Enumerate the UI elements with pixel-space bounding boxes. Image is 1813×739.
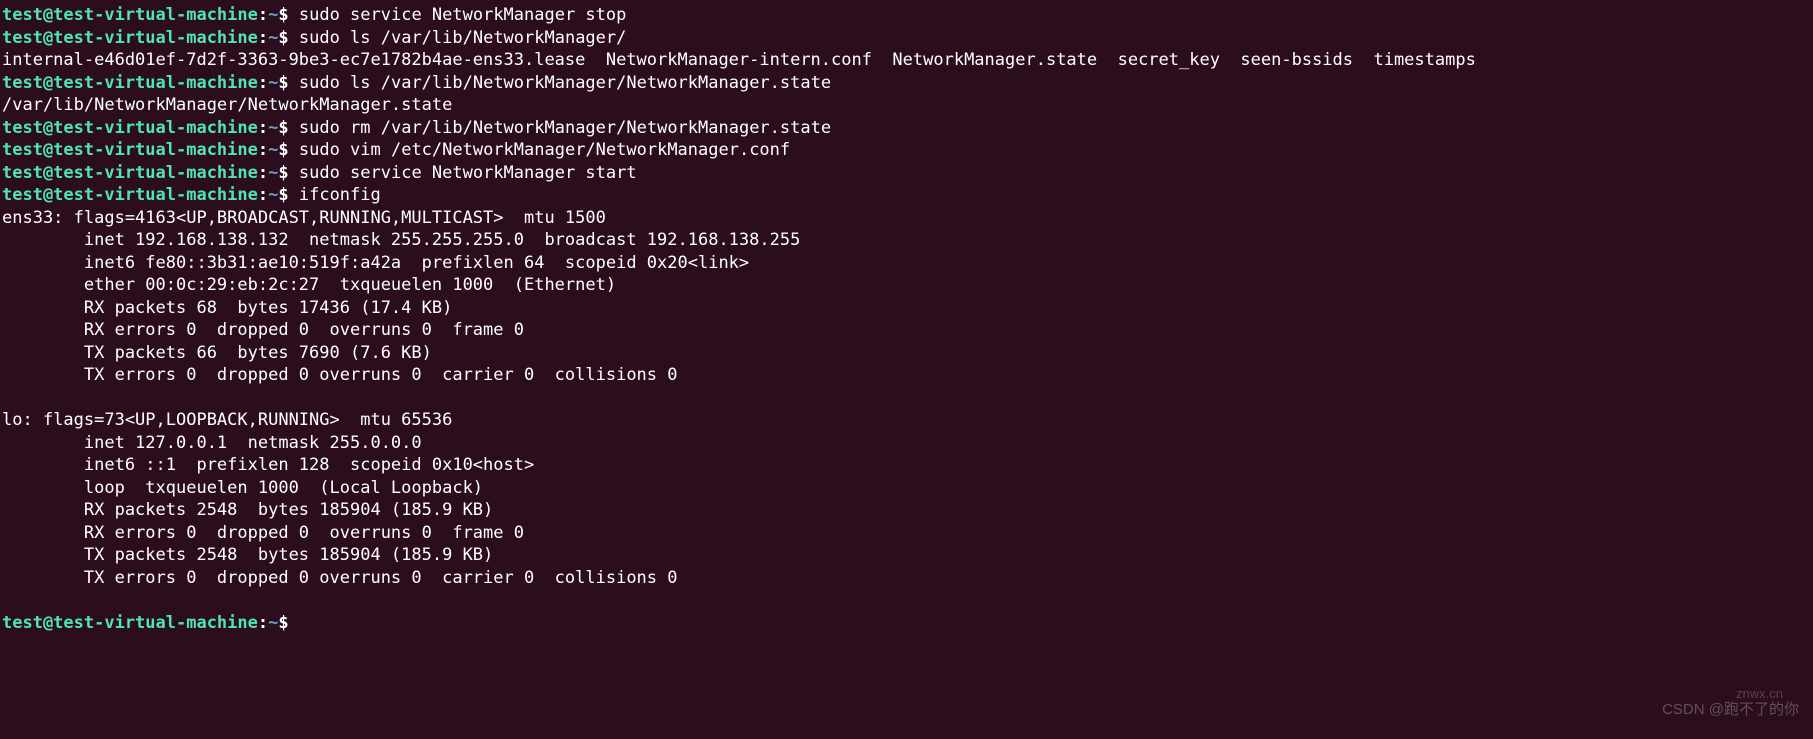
command-text: ifconfig [289, 185, 381, 205]
output-text [2, 388, 12, 408]
output-text: TX packets 66 bytes 7690 (7.6 KB) [2, 343, 432, 363]
output-text: RX packets 68 bytes 17436 (17.4 KB) [2, 298, 452, 318]
command-text: sudo vim /etc/NetworkManager/NetworkMana… [289, 140, 791, 160]
terminal-line: test@test-virtual-machine:~$ sudo servic… [2, 162, 1811, 185]
prompt-userhost: test@test-virtual-machine [2, 5, 258, 25]
output-text: RX errors 0 dropped 0 overruns 0 frame 0 [2, 320, 524, 340]
prompt-userhost: test@test-virtual-machine [2, 613, 258, 633]
terminal-line: lo: flags=73<UP,LOOPBACK,RUNNING> mtu 65… [2, 409, 1811, 432]
prompt-colon: : [258, 118, 268, 138]
output-text: inet 192.168.138.132 netmask 255.255.255… [2, 230, 800, 250]
output-text: internal-e46d01ef-7d2f-3363-9be3-ec7e178… [2, 50, 1476, 70]
output-text: RX errors 0 dropped 0 overruns 0 frame 0 [2, 523, 524, 543]
terminal-line: RX packets 68 bytes 17436 (17.4 KB) [2, 297, 1811, 320]
terminal-line: inet6 fe80::3b31:ae10:519f:a42a prefixle… [2, 252, 1811, 275]
prompt-colon: : [258, 613, 268, 633]
prompt-userhost: test@test-virtual-machine [2, 118, 258, 138]
output-text: loop txqueuelen 1000 (Local Loopback) [2, 478, 483, 498]
command-text: sudo ls /var/lib/NetworkManager/NetworkM… [289, 73, 831, 93]
prompt-path: ~ [268, 140, 278, 160]
prompt-path: ~ [268, 73, 278, 93]
command-text: sudo service NetworkManager start [289, 163, 637, 183]
prompt-dollar: $ [278, 185, 288, 205]
prompt-userhost: test@test-virtual-machine [2, 73, 258, 93]
output-text: inet6 fe80::3b31:ae10:519f:a42a prefixle… [2, 253, 749, 273]
terminal-line: internal-e46d01ef-7d2f-3363-9be3-ec7e178… [2, 49, 1811, 72]
terminal-line: RX errors 0 dropped 0 overruns 0 frame 0 [2, 522, 1811, 545]
prompt-dollar: $ [278, 118, 288, 138]
terminal-line: test@test-virtual-machine:~$ sudo ls /va… [2, 72, 1811, 95]
output-text: RX packets 2548 bytes 185904 (185.9 KB) [2, 500, 493, 520]
terminal-line: ens33: flags=4163<UP,BROADCAST,RUNNING,M… [2, 207, 1811, 230]
prompt-userhost: test@test-virtual-machine [2, 185, 258, 205]
terminal-line [2, 387, 1811, 410]
prompt-dollar: $ [278, 140, 288, 160]
prompt-dollar: $ [278, 28, 288, 48]
prompt-userhost: test@test-virtual-machine [2, 28, 258, 48]
prompt-path: ~ [268, 613, 278, 633]
terminal-line: test@test-virtual-machine:~$ sudo vim /e… [2, 139, 1811, 162]
prompt-dollar: $ [278, 5, 288, 25]
prompt-dollar: $ [278, 73, 288, 93]
watermark-csdn: CSDN @跑不了的你 [1662, 699, 1799, 722]
terminal-line [2, 589, 1811, 612]
prompt-path: ~ [268, 5, 278, 25]
prompt-path: ~ [268, 28, 278, 48]
command-text: sudo ls /var/lib/NetworkManager/ [289, 28, 627, 48]
terminal-line: TX packets 66 bytes 7690 (7.6 KB) [2, 342, 1811, 365]
terminal-line: RX errors 0 dropped 0 overruns 0 frame 0 [2, 319, 1811, 342]
command-text [289, 613, 299, 633]
output-text [2, 590, 12, 610]
terminal-line: test@test-virtual-machine:~$ sudo rm /va… [2, 117, 1811, 140]
prompt-path: ~ [268, 185, 278, 205]
terminal-line: inet 127.0.0.1 netmask 255.0.0.0 [2, 432, 1811, 455]
output-text: ether 00:0c:29:eb:2c:27 txqueuelen 1000 … [2, 275, 616, 295]
terminal-line: test@test-virtual-machine:~$ ifconfig [2, 184, 1811, 207]
terminal-line: /var/lib/NetworkManager/NetworkManager.s… [2, 94, 1811, 117]
terminal-line: TX errors 0 dropped 0 overruns 0 carrier… [2, 567, 1811, 590]
terminal-output[interactable]: test@test-virtual-machine:~$ sudo servic… [2, 4, 1811, 634]
output-text: TX packets 2548 bytes 185904 (185.9 KB) [2, 545, 493, 565]
terminal-line: loop txqueuelen 1000 (Local Loopback) [2, 477, 1811, 500]
prompt-colon: : [258, 5, 268, 25]
prompt-userhost: test@test-virtual-machine [2, 140, 258, 160]
terminal-line: TX errors 0 dropped 0 overruns 0 carrier… [2, 364, 1811, 387]
output-text: ens33: flags=4163<UP,BROADCAST,RUNNING,M… [2, 208, 606, 228]
output-text: TX errors 0 dropped 0 overruns 0 carrier… [2, 568, 678, 588]
output-text: TX errors 0 dropped 0 overruns 0 carrier… [2, 365, 678, 385]
terminal-line: ether 00:0c:29:eb:2c:27 txqueuelen 1000 … [2, 274, 1811, 297]
terminal-line: inet6 ::1 prefixlen 128 scopeid 0x10<hos… [2, 454, 1811, 477]
output-text: inet 127.0.0.1 netmask 255.0.0.0 [2, 433, 422, 453]
command-text: sudo service NetworkManager stop [289, 5, 627, 25]
prompt-userhost: test@test-virtual-machine [2, 163, 258, 183]
prompt-dollar: $ [278, 163, 288, 183]
prompt-dollar: $ [278, 613, 288, 633]
command-text: sudo rm /var/lib/NetworkManager/NetworkM… [289, 118, 831, 138]
prompt-colon: : [258, 28, 268, 48]
prompt-colon: : [258, 185, 268, 205]
prompt-colon: : [258, 73, 268, 93]
prompt-path: ~ [268, 163, 278, 183]
terminal-line: RX packets 2548 bytes 185904 (185.9 KB) [2, 499, 1811, 522]
output-text: lo: flags=73<UP,LOOPBACK,RUNNING> mtu 65… [2, 410, 452, 430]
terminal-line: test@test-virtual-machine:~$ sudo servic… [2, 4, 1811, 27]
prompt-path: ~ [268, 118, 278, 138]
terminal-line: TX packets 2548 bytes 185904 (185.9 KB) [2, 544, 1811, 567]
output-text: inet6 ::1 prefixlen 128 scopeid 0x10<hos… [2, 455, 534, 475]
terminal-line: test@test-virtual-machine:~$ sudo ls /va… [2, 27, 1811, 50]
output-text: /var/lib/NetworkManager/NetworkManager.s… [2, 95, 452, 115]
prompt-colon: : [258, 140, 268, 160]
terminal-line: test@test-virtual-machine:~$ [2, 612, 1811, 635]
terminal-line: inet 192.168.138.132 netmask 255.255.255… [2, 229, 1811, 252]
prompt-colon: : [258, 163, 268, 183]
